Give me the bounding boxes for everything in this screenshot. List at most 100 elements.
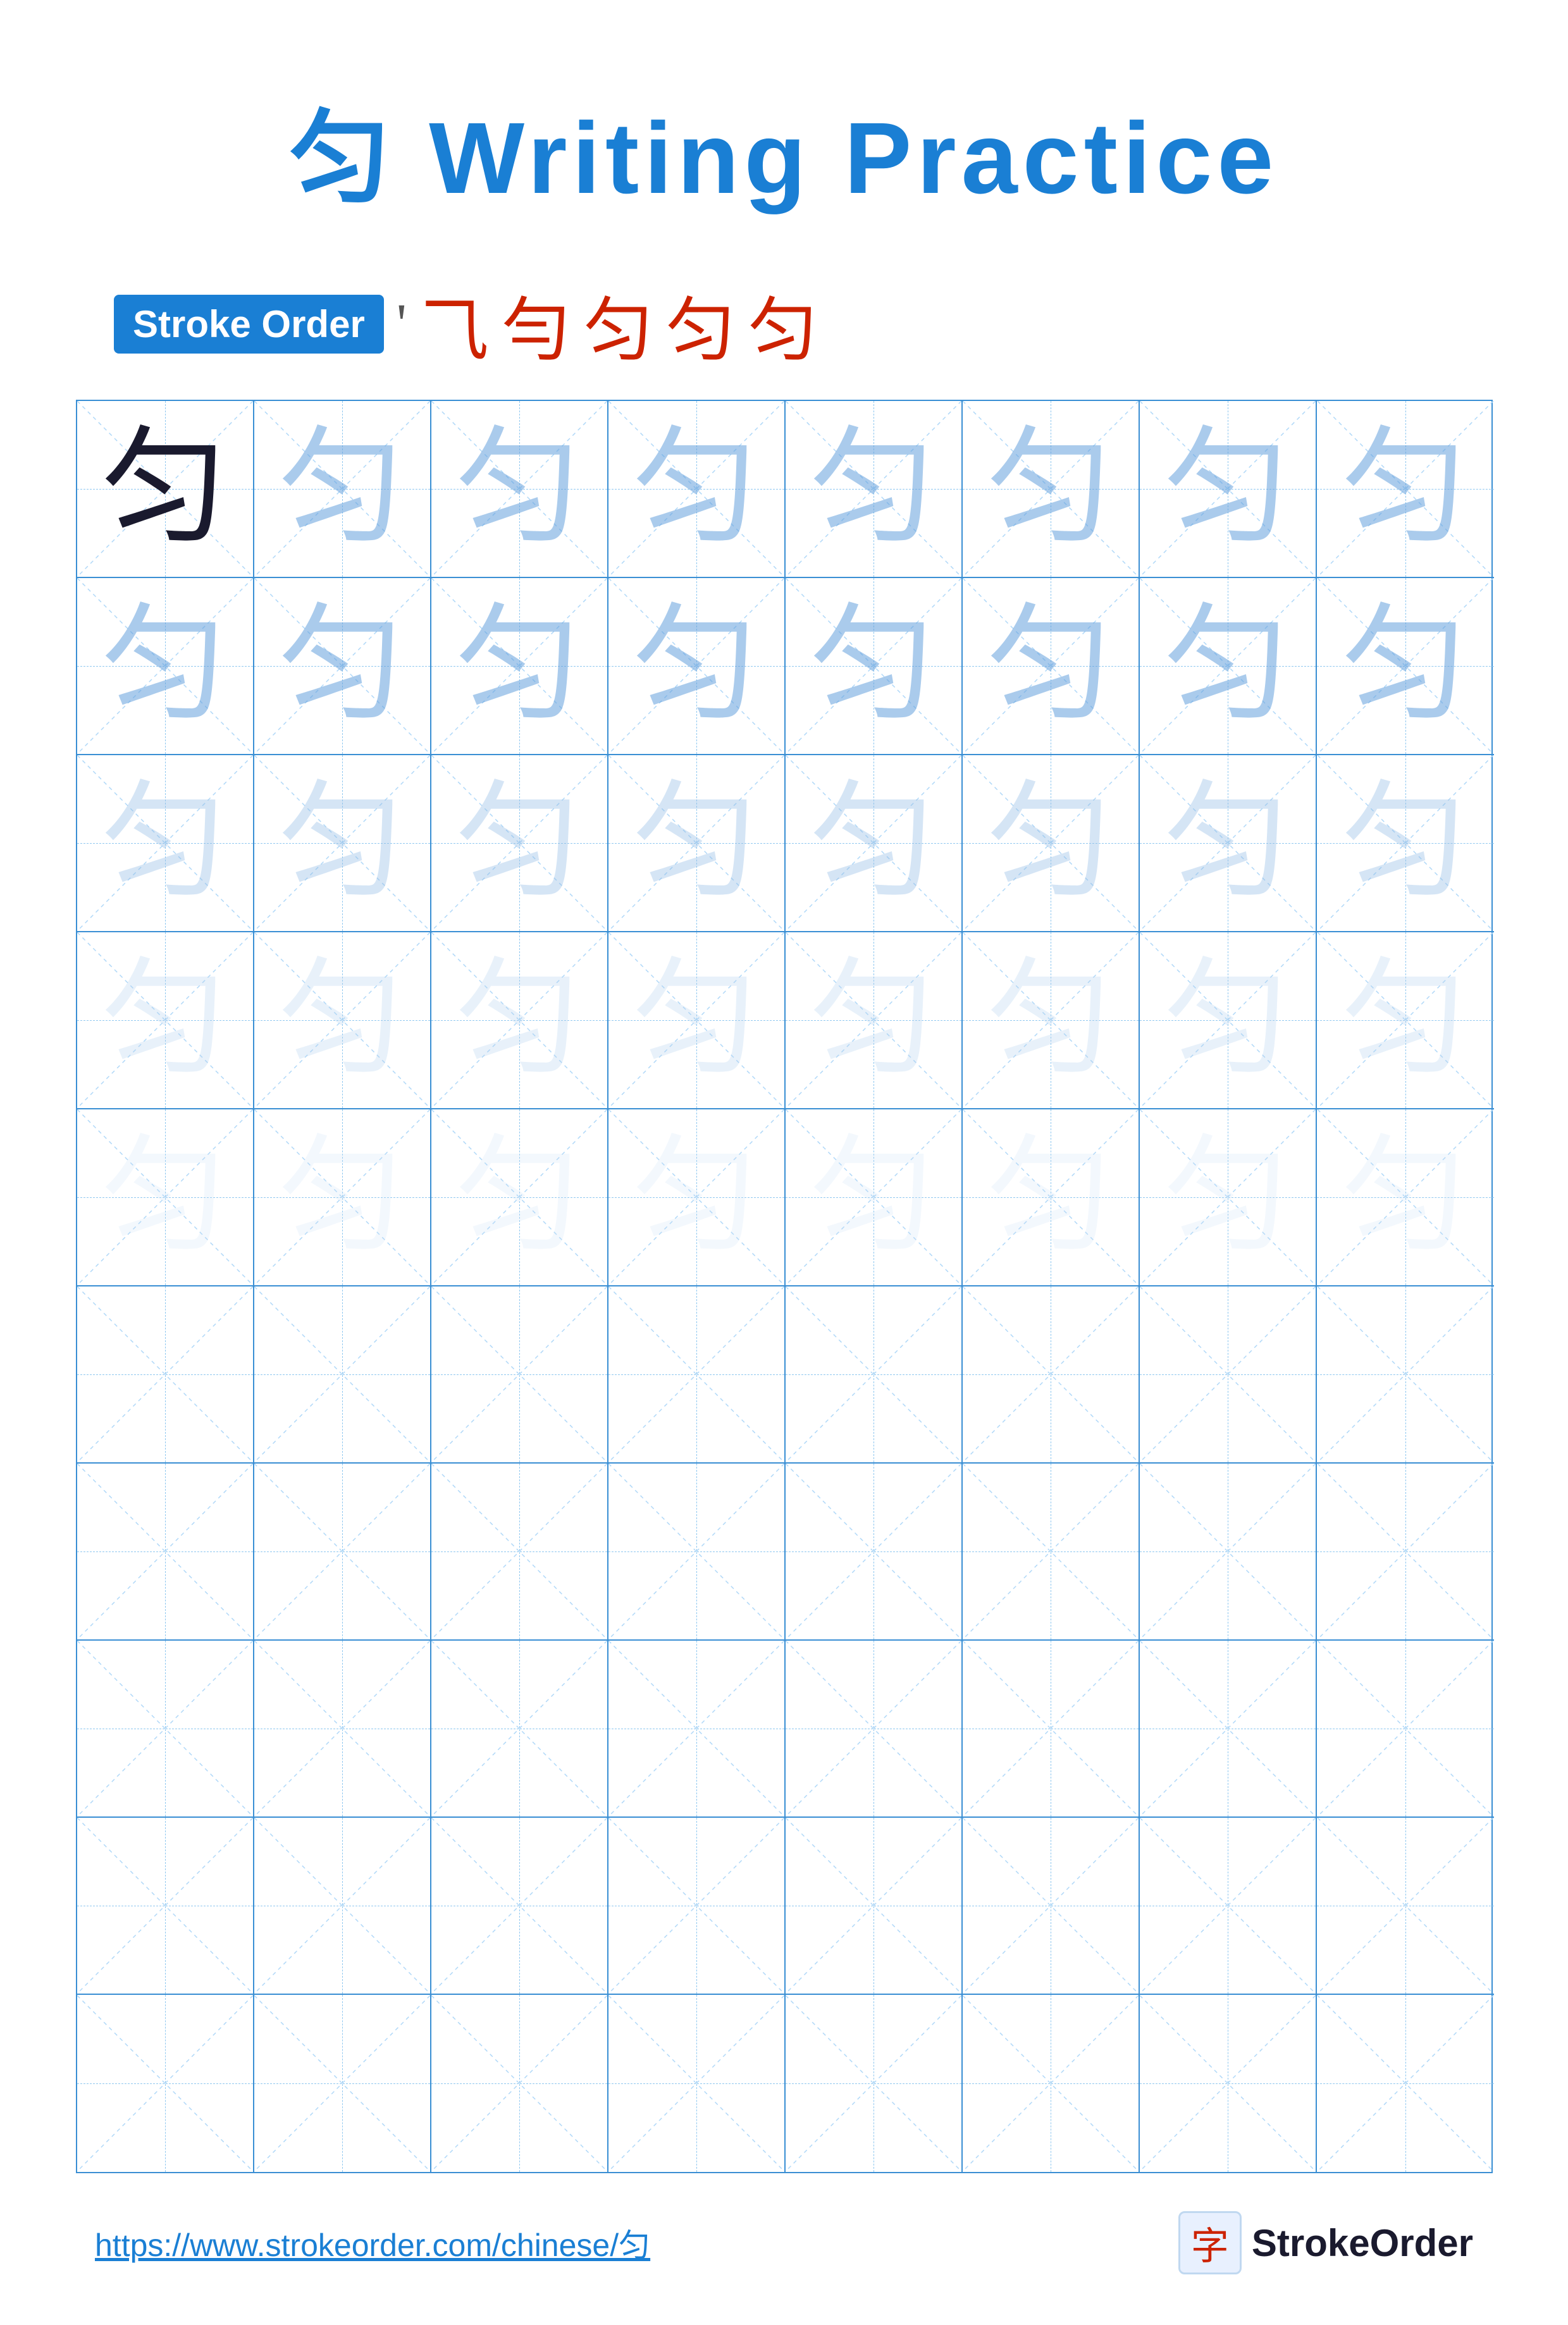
practice-char: 匀 bbox=[101, 957, 228, 1083]
grid-cell[interactable]: 匀 bbox=[1140, 578, 1317, 755]
empty-cell[interactable] bbox=[1317, 1641, 1494, 1818]
practice-char: 匀 bbox=[1164, 780, 1290, 906]
grid-cell[interactable]: 匀 bbox=[254, 755, 431, 932]
practice-char: 匀 bbox=[810, 957, 936, 1083]
practice-char: 匀 bbox=[633, 603, 759, 729]
grid-cell[interactable]: 匀 bbox=[431, 932, 608, 1109]
grid-cell[interactable]: 匀 bbox=[786, 932, 963, 1109]
grid-cell[interactable]: 匀 bbox=[963, 1109, 1140, 1286]
grid-cell[interactable]: 匀 bbox=[786, 578, 963, 755]
practice-char: 匀 bbox=[987, 957, 1113, 1083]
empty-cell[interactable] bbox=[431, 1286, 608, 1464]
grid-cell[interactable]: 匀 bbox=[963, 755, 1140, 932]
practice-char: 匀 bbox=[810, 426, 936, 552]
grid-cell[interactable]: 匀 bbox=[1317, 932, 1494, 1109]
grid-cell[interactable]: 匀 bbox=[608, 932, 786, 1109]
grid-cell[interactable]: 匀 bbox=[254, 1109, 431, 1286]
grid-cell[interactable]: 匀 bbox=[77, 1109, 254, 1286]
empty-cell[interactable] bbox=[431, 1641, 608, 1818]
practice-char: 匀 bbox=[278, 603, 405, 729]
empty-cell[interactable] bbox=[254, 1995, 431, 2172]
grid-cell[interactable]: 匀 bbox=[1317, 1109, 1494, 1286]
empty-cell[interactable] bbox=[1317, 1995, 1494, 2172]
empty-cell[interactable] bbox=[254, 1286, 431, 1464]
grid-cell[interactable]: 匀 bbox=[431, 578, 608, 755]
empty-cell[interactable] bbox=[608, 1818, 786, 1995]
empty-cell[interactable] bbox=[963, 1818, 1140, 1995]
grid-cell[interactable]: 匀 bbox=[1140, 401, 1317, 578]
grid-cell[interactable]: 匀 bbox=[963, 401, 1140, 578]
empty-cell[interactable] bbox=[1317, 1286, 1494, 1464]
grid-cell[interactable]: 匀 bbox=[254, 932, 431, 1109]
grid-cell[interactable]: 匀 bbox=[1140, 755, 1317, 932]
grid-cell[interactable]: 匀 bbox=[608, 755, 786, 932]
grid-cell[interactable]: 匀 bbox=[608, 578, 786, 755]
grid-cell[interactable]: 匀 bbox=[608, 401, 786, 578]
empty-cell[interactable] bbox=[963, 1464, 1140, 1641]
grid-cell[interactable]: 匀 bbox=[77, 401, 254, 578]
empty-cell[interactable] bbox=[608, 1641, 786, 1818]
empty-cell[interactable] bbox=[1140, 1464, 1317, 1641]
grid-cell[interactable]: 匀 bbox=[1317, 401, 1494, 578]
empty-cell[interactable] bbox=[1140, 1641, 1317, 1818]
grid-cell[interactable]: 匀 bbox=[431, 401, 608, 578]
empty-cell[interactable] bbox=[608, 1286, 786, 1464]
grid-cell[interactable]: 匀 bbox=[254, 578, 431, 755]
grid-cell[interactable]: 匀 bbox=[786, 401, 963, 578]
grid-cell[interactable]: 匀 bbox=[431, 1109, 608, 1286]
empty-cell[interactable] bbox=[431, 1464, 608, 1641]
empty-cell[interactable] bbox=[786, 1286, 963, 1464]
grid-cell[interactable]: 匀 bbox=[1140, 1109, 1317, 1286]
page: 匀 Writing Practice Stroke Order ' ⺄ 勻 匀 … bbox=[0, 0, 1568, 2325]
empty-cell[interactable] bbox=[77, 1464, 254, 1641]
empty-cell[interactable] bbox=[1140, 1286, 1317, 1464]
grid-cell[interactable]: 匀 bbox=[77, 578, 254, 755]
practice-char: 匀 bbox=[1342, 426, 1468, 552]
stroke-1: ' bbox=[397, 292, 413, 357]
empty-cell[interactable] bbox=[786, 1995, 963, 2172]
practice-char: 匀 bbox=[101, 1134, 228, 1261]
grid-cell[interactable]: 匀 bbox=[608, 1109, 786, 1286]
empty-cell[interactable] bbox=[963, 1286, 1140, 1464]
practice-char: 匀 bbox=[633, 1134, 759, 1261]
empty-cell[interactable] bbox=[1140, 1995, 1317, 2172]
grid-cell[interactable]: 匀 bbox=[1317, 578, 1494, 755]
empty-cell[interactable] bbox=[77, 1818, 254, 1995]
footer-link[interactable]: https://www.strokeorder.com/chinese/匀 bbox=[95, 2220, 650, 2266]
practice-char: 匀 bbox=[278, 780, 405, 906]
practice-char: 匀 bbox=[455, 957, 582, 1083]
practice-char: 匀 bbox=[987, 603, 1113, 729]
empty-cell[interactable] bbox=[77, 1286, 254, 1464]
empty-cell[interactable] bbox=[77, 1995, 254, 2172]
practice-char: 匀 bbox=[1164, 426, 1290, 552]
empty-cell[interactable] bbox=[963, 1995, 1140, 2172]
empty-cell[interactable] bbox=[786, 1818, 963, 1995]
empty-cell[interactable] bbox=[431, 1995, 608, 2172]
empty-cell[interactable] bbox=[254, 1464, 431, 1641]
grid-cell[interactable]: 匀 bbox=[1140, 932, 1317, 1109]
empty-cell[interactable] bbox=[431, 1818, 608, 1995]
stroke-3: 勻 bbox=[502, 273, 577, 374]
grid-cell[interactable]: 匀 bbox=[786, 1109, 963, 1286]
empty-cell[interactable] bbox=[608, 1464, 786, 1641]
grid-cell[interactable]: 匀 bbox=[963, 578, 1140, 755]
practice-char: 匀 bbox=[987, 426, 1113, 552]
grid-cell[interactable]: 匀 bbox=[786, 755, 963, 932]
empty-cell[interactable] bbox=[1317, 1464, 1494, 1641]
grid-cell[interactable]: 匀 bbox=[77, 755, 254, 932]
grid-cell[interactable]: 匀 bbox=[1317, 755, 1494, 932]
empty-cell[interactable] bbox=[786, 1641, 963, 1818]
empty-cell[interactable] bbox=[786, 1464, 963, 1641]
empty-cell[interactable] bbox=[963, 1641, 1140, 1818]
empty-cell[interactable] bbox=[608, 1995, 786, 2172]
grid-cell[interactable]: 匀 bbox=[431, 755, 608, 932]
grid-cell[interactable]: 匀 bbox=[254, 401, 431, 578]
empty-cell[interactable] bbox=[1140, 1818, 1317, 1995]
empty-cell[interactable] bbox=[254, 1641, 431, 1818]
empty-cell[interactable] bbox=[77, 1641, 254, 1818]
stroke-order-chars: ' ⺄ 勻 匀 匀 匀 bbox=[397, 273, 824, 374]
grid-cell[interactable]: 匀 bbox=[77, 932, 254, 1109]
empty-cell[interactable] bbox=[254, 1818, 431, 1995]
grid-cell[interactable]: 匀 bbox=[963, 932, 1140, 1109]
empty-cell[interactable] bbox=[1317, 1818, 1494, 1995]
